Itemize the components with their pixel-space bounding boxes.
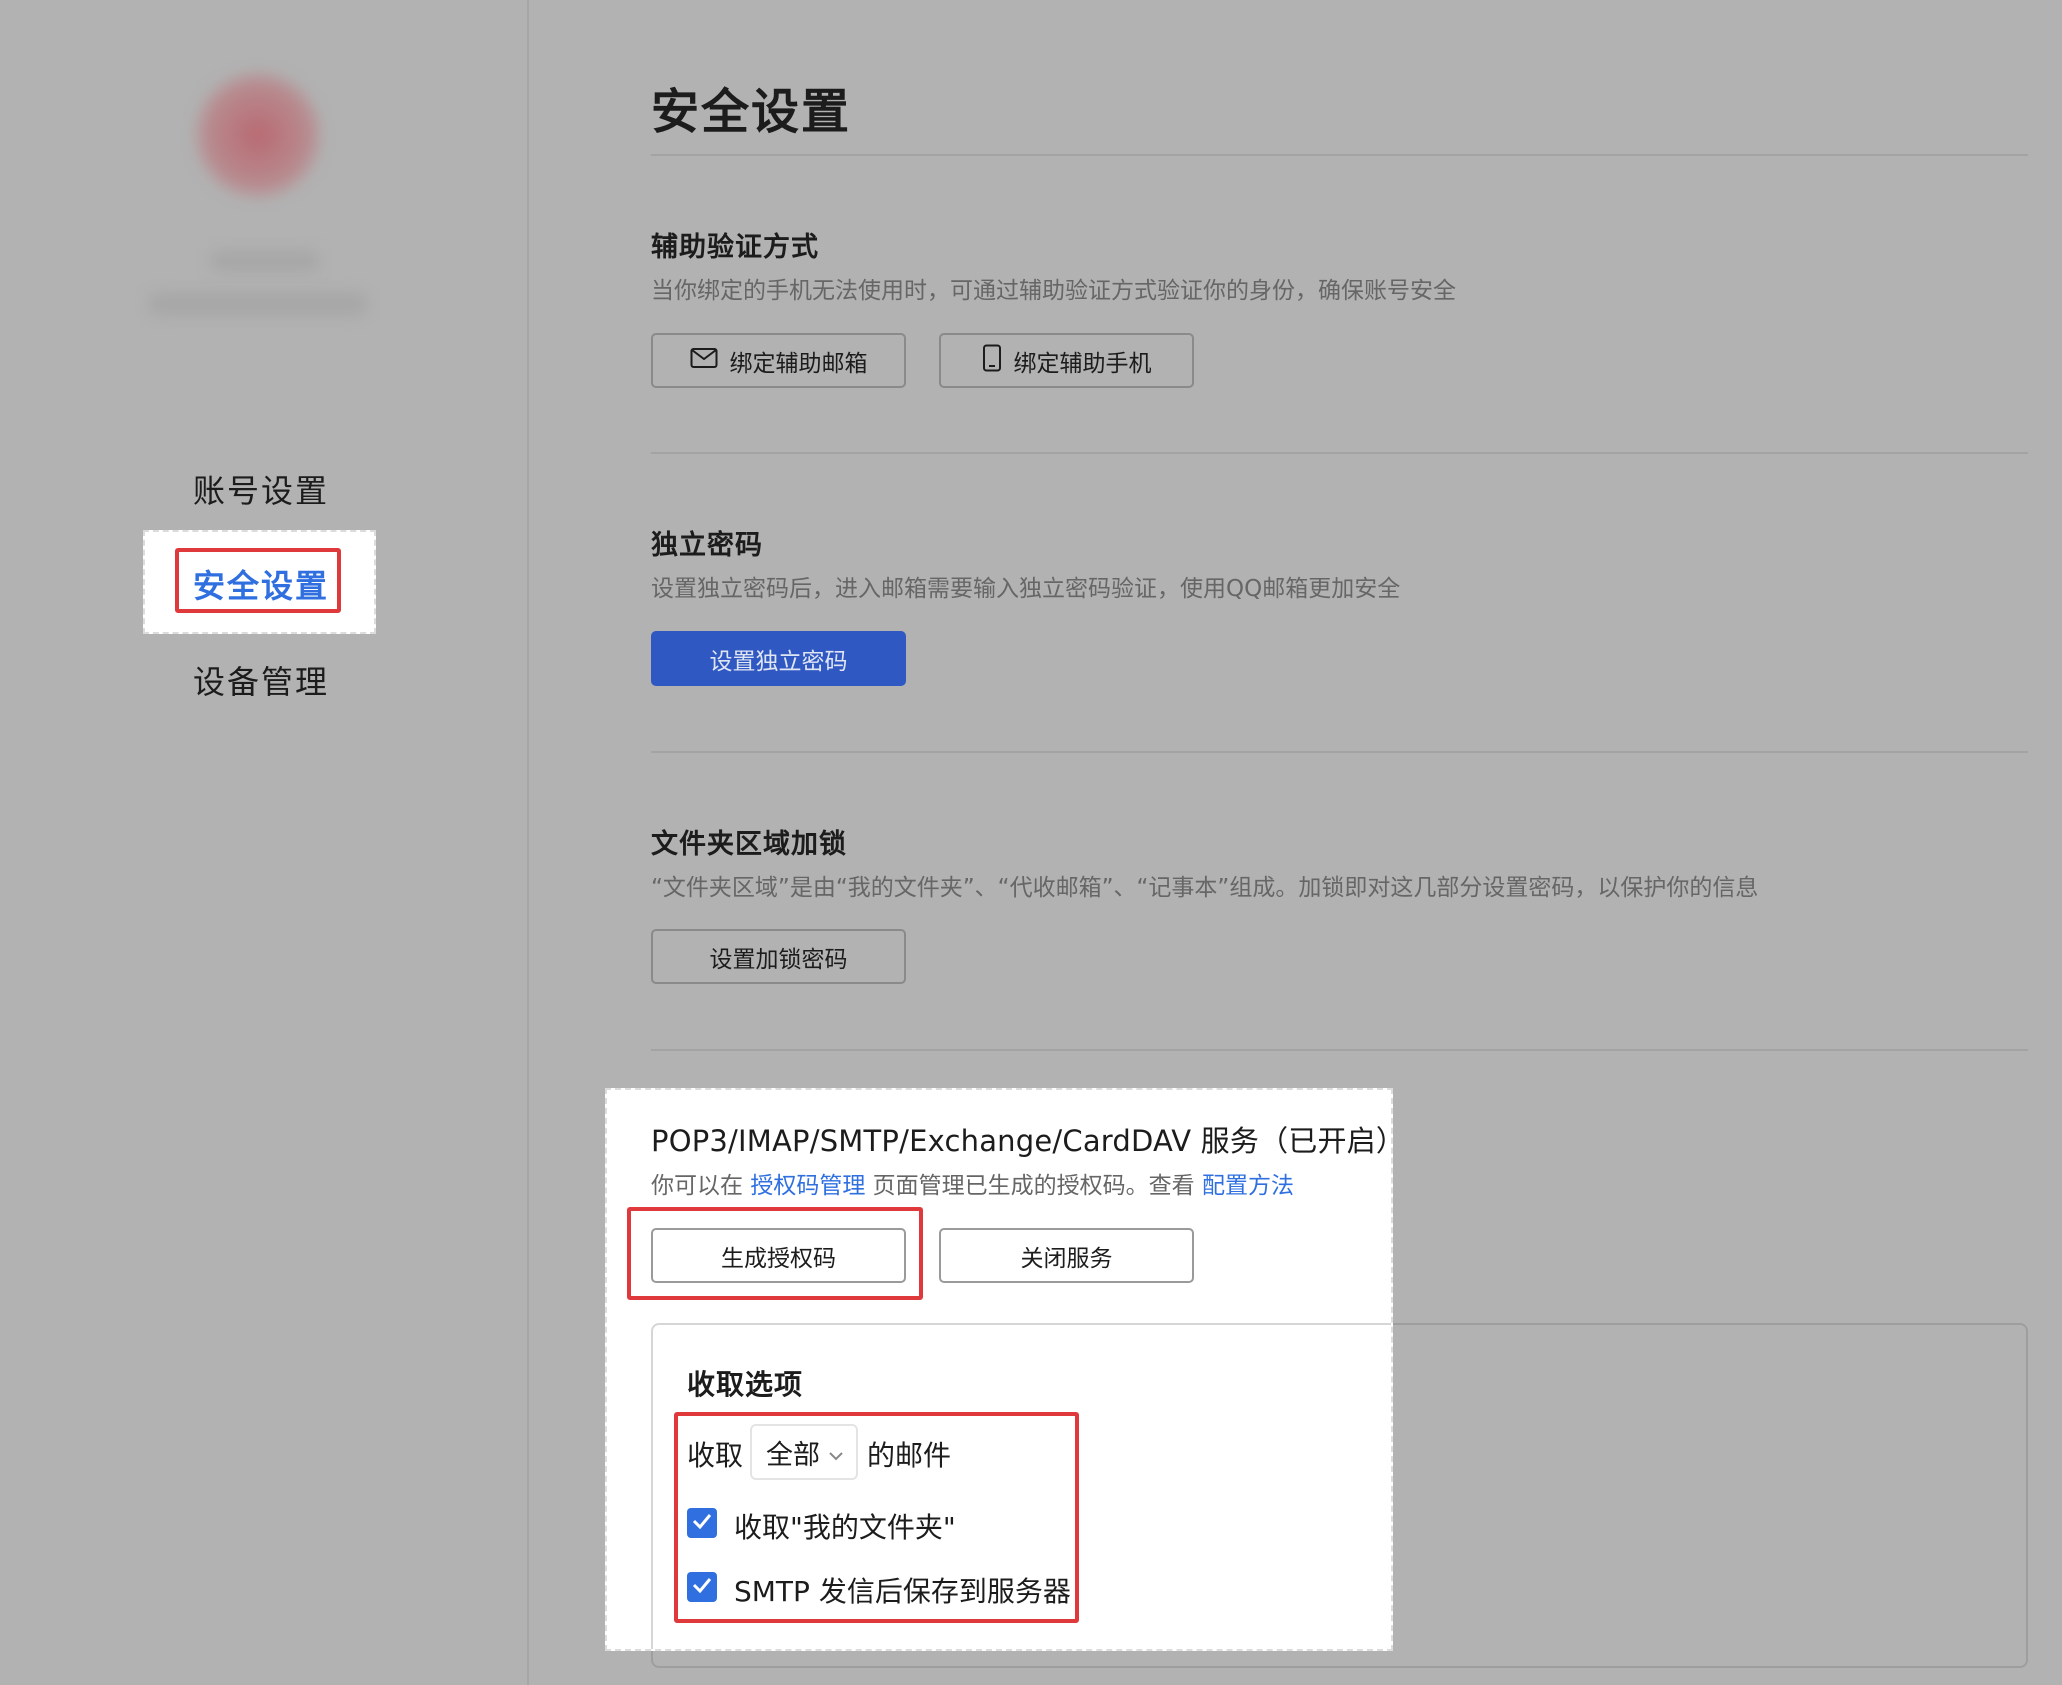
- receive-my-folders-checkbox[interactable]: [687, 1508, 717, 1538]
- pop3-service-title: POP3/IMAP/SMTP/Exchange/CardDAV 服务（已开启）: [651, 1124, 1406, 1158]
- receive-prefix-label: 收取: [687, 1439, 744, 1472]
- bind-aux-email-button[interactable]: 绑定辅助邮箱: [651, 333, 906, 388]
- smtp-save-to-server-label[interactable]: SMTP 发信后保存到服务器: [734, 1570, 1071, 1610]
- blurred-username: [210, 250, 320, 272]
- phone-icon: [982, 344, 1002, 378]
- divider: [651, 1049, 2028, 1051]
- set-independent-password-button[interactable]: 设置独立密码: [651, 631, 906, 686]
- sidebar-divider: [527, 0, 529, 1685]
- set-lock-password-button[interactable]: 设置加锁密码: [651, 929, 906, 984]
- config-method-link[interactable]: 配置方法: [1202, 1173, 1294, 1199]
- sidebar-item-account-settings[interactable]: 账号设置: [193, 466, 329, 512]
- mail-icon: [690, 347, 718, 375]
- receive-suffix-label: 的邮件: [867, 1439, 952, 1472]
- receive-scope-select[interactable]: 全部: [750, 1424, 858, 1480]
- aux-verify-desc: 当你绑定的手机无法使用时，可通过辅助验证方式验证你的身份，确保账号安全: [651, 278, 1456, 304]
- folder-lock-title: 文件夹区域加锁: [651, 829, 847, 860]
- blurred-email: [148, 292, 368, 316]
- aux-verify-title: 辅助验证方式: [651, 232, 819, 263]
- independent-password-title: 独立密码: [651, 530, 763, 561]
- generate-auth-code-button[interactable]: 生成授权码: [651, 1228, 906, 1283]
- pop3-desc-middle: 页面管理已生成的授权码。查看: [865, 1173, 1202, 1199]
- pop3-desc-prefix: 你可以在: [651, 1173, 751, 1199]
- smtp-save-to-server-checkbox[interactable]: [687, 1572, 717, 1602]
- auth-code-management-link[interactable]: 授权码管理: [750, 1173, 865, 1199]
- divider: [651, 751, 2028, 753]
- pop3-service-desc: 你可以在 授权码管理 页面管理已生成的授权码。查看 配置方法: [651, 1166, 1294, 1200]
- folder-lock-desc: “文件夹区域”是由“我的文件夹”、“代收邮箱”、“记事本”组成。加锁即对这几部分…: [651, 875, 1759, 901]
- close-service-button[interactable]: 关闭服务: [939, 1228, 1194, 1283]
- divider: [651, 452, 2028, 454]
- receive-scope-value: 全部: [766, 1439, 820, 1471]
- bind-aux-phone-button[interactable]: 绑定辅助手机: [939, 333, 1194, 388]
- divider: [651, 154, 2028, 156]
- bind-aux-phone-label: 绑定辅助手机: [1013, 350, 1152, 377]
- sidebar-item-security-settings[interactable]: 安全设置: [193, 561, 329, 607]
- chevron-down-icon: [828, 1437, 844, 1468]
- check-icon: [691, 1576, 713, 1598]
- sidebar-item-device-management[interactable]: 设备管理: [193, 657, 329, 703]
- receive-my-folders-label[interactable]: 收取"我的文件夹": [734, 1506, 956, 1546]
- receive-options-title: 收取选项: [687, 1368, 804, 1401]
- independent-password-desc: 设置独立密码后，进入邮箱需要输入独立密码验证，使用QQ邮箱更加安全: [651, 576, 1401, 602]
- page-title: 安全设置: [651, 84, 852, 140]
- bind-aux-email-label: 绑定辅助邮箱: [729, 350, 868, 377]
- avatar[interactable]: [193, 70, 323, 200]
- check-icon: [691, 1512, 713, 1534]
